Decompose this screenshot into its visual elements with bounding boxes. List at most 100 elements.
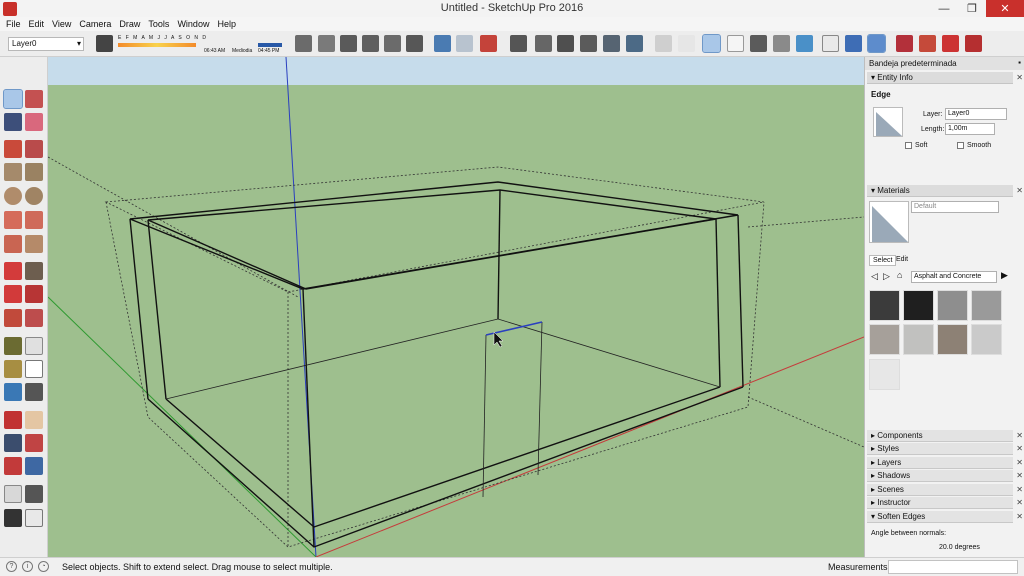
menu-window[interactable]: Window [177,19,209,29]
length-field[interactable]: 1,00m [945,123,995,135]
paint-bucket-icon[interactable] [4,113,22,131]
back-arrow-icon[interactable]: ◁ [871,271,878,282]
materials-header[interactable]: ▾ Materials ✕ [867,185,1023,197]
shadow-date-slider[interactable] [118,43,196,47]
tape-measure-icon[interactable] [4,337,22,355]
menu-file[interactable]: File [6,19,21,29]
menu-camera[interactable]: Camera [79,19,111,29]
material-swatch[interactable] [869,324,900,355]
components-panel[interactable]: ▸ Components ✕ [867,430,1023,442]
close-icon[interactable]: ✕ [1016,431,1023,440]
material-library-dropdown[interactable]: Asphalt and Concrete [911,271,997,283]
move-tool-icon[interactable] [4,262,22,280]
orbit-tool-icon[interactable] [4,411,22,429]
close-icon[interactable]: ✕ [1016,512,1023,521]
orbit-icon[interactable] [822,35,839,52]
shadows-panel[interactable]: ▸ Shadows ✕ [867,470,1023,482]
material-swatch[interactable] [903,290,934,321]
close-icon[interactable]: ✕ [1016,444,1023,453]
close-icon[interactable]: ✕ [1016,485,1023,494]
materials-edit-tab[interactable]: Edit [893,255,911,264]
protractor-icon[interactable] [4,360,22,378]
home-icon[interactable]: ⌂ [897,270,902,280]
text-tool-icon[interactable] [25,360,43,378]
3d-text-icon[interactable] [25,383,43,401]
angle-value[interactable]: 20.0 degrees [939,544,980,551]
material-swatch[interactable] [971,324,1002,355]
material-swatch[interactable] [869,359,900,390]
layer-dropdown[interactable]: Layer0 [8,37,84,51]
monochrome-icon[interactable] [655,35,672,52]
scale-tool-icon[interactable] [4,309,22,327]
minimize-button[interactable]: — [930,0,958,17]
section-plane-tool-icon[interactable] [25,509,43,527]
menu-edit[interactable]: Edit [29,19,45,29]
style-b-icon[interactable] [727,35,744,52]
styles-panel[interactable]: ▸ Styles ✕ [867,443,1023,455]
xray-icon[interactable] [510,35,527,52]
front-view-icon[interactable] [340,35,357,52]
scenes-panel[interactable]: ▸ Scenes ✕ [867,484,1023,496]
plugin-b-icon[interactable] [919,35,936,52]
polygon-icon[interactable] [25,187,43,205]
zoom-tool-icon[interactable] [4,434,22,452]
axes-tool-icon[interactable] [4,383,22,401]
zoom-window-icon[interactable] [25,434,43,452]
line-tool-icon[interactable] [4,140,22,158]
close-icon[interactable]: ✕ [1016,471,1023,480]
arc-2pt-icon[interactable] [25,211,43,229]
user-icon[interactable]: ◔ [38,561,49,572]
wireframe-icon[interactable] [557,35,574,52]
style-d-icon[interactable] [773,35,790,52]
make-component-icon[interactable] [25,90,43,108]
back-edges-icon[interactable] [535,35,552,52]
dimension-icon[interactable] [25,337,43,355]
eraser-icon[interactable] [25,113,43,131]
layers-panel[interactable]: ▸ Layers ✕ [867,457,1023,469]
close-icon[interactable]: ✕ [1016,458,1023,467]
material-name-field[interactable]: Default [911,201,999,213]
close-icon[interactable]: ✕ [1016,498,1023,507]
select-tool-icon[interactable] [3,89,23,109]
pie-icon[interactable] [25,235,43,253]
plugin-a-icon[interactable] [896,35,913,52]
style-a-icon[interactable] [678,35,695,52]
shaded-textures-icon[interactable] [626,35,643,52]
arc-3pt-icon[interactable] [4,235,22,253]
instructor-panel[interactable]: ▸ Instructor ✕ [867,497,1023,509]
maximize-button[interactable]: ❐ [958,0,986,17]
pan-tool-icon[interactable] [25,411,43,429]
3d-warehouse-icon[interactable] [434,35,451,52]
material-swatch[interactable] [937,324,968,355]
hidden-line-icon[interactable] [580,35,597,52]
iso-view-icon[interactable] [295,35,312,52]
section-plane-icon[interactable] [702,34,721,53]
menu-draw[interactable]: Draw [119,19,140,29]
push-pull-icon[interactable] [25,262,43,280]
menu-help[interactable]: Help [217,19,236,29]
credits-icon[interactable]: i [22,561,33,572]
plugin-d-icon[interactable] [965,35,982,52]
layer-select[interactable]: Layer0 [945,108,1007,120]
walk-tool-icon[interactable] [4,509,22,527]
circle-icon[interactable] [4,187,22,205]
material-swatch[interactable] [903,324,934,355]
offset-tool-icon[interactable] [25,309,43,327]
menu-tools[interactable]: Tools [148,19,169,29]
look-around-icon[interactable] [25,485,43,503]
material-swatch[interactable] [971,290,1002,321]
rotate-tool-icon[interactable] [4,285,22,303]
previous-view-icon[interactable] [25,457,43,475]
close-icon[interactable]: ✕ [1016,73,1023,82]
soften-edges-panel[interactable]: ▾ Soften Edges ✕ [867,511,1023,523]
back-view-icon[interactable] [384,35,401,52]
shadows-toggle-icon[interactable] [96,35,113,52]
style-e-icon[interactable] [796,35,813,52]
smooth-checkbox[interactable] [957,142,964,149]
left-view-icon[interactable] [406,35,423,52]
position-camera-tool-icon[interactable] [4,485,22,503]
right-view-icon[interactable] [362,35,379,52]
walk-icon[interactable] [867,34,886,53]
3d-viewport[interactable] [48,57,864,557]
details-arrow-icon[interactable]: ▶ [1001,270,1008,281]
